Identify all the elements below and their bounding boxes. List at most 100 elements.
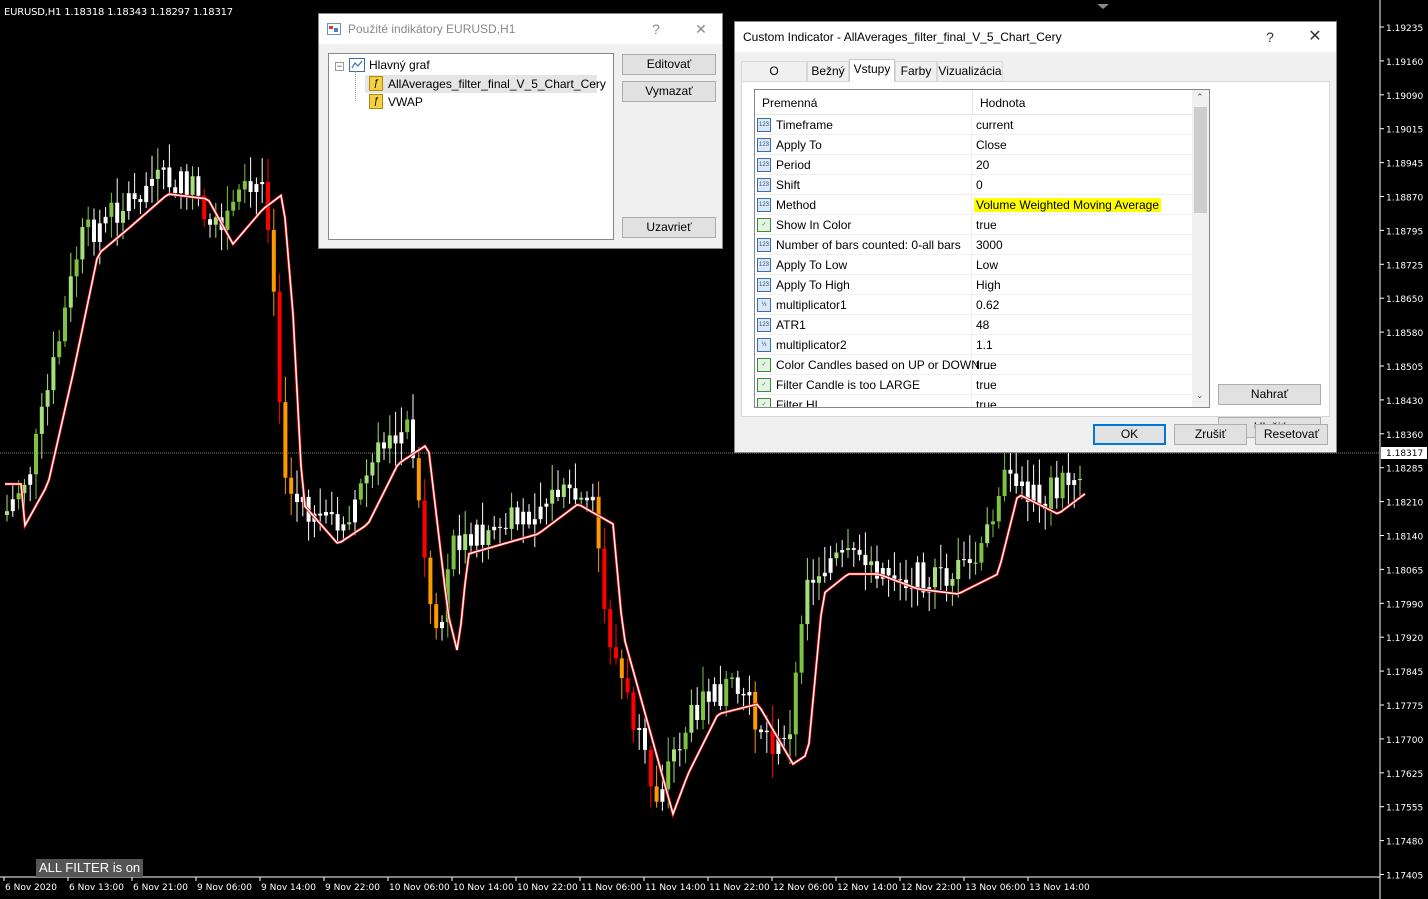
candle [817,557,821,600]
tree-root-label[interactable]: Hlavný graf [369,58,430,72]
input-name-cell: ✓ Show In Color [755,215,972,235]
price-label: 1.18870 [1386,194,1423,204]
time-label: 9 Nov 06:00 [197,883,252,893]
ok-button[interactable]: OK [1093,424,1166,445]
input-value[interactable]: 0 [976,178,983,192]
input-row[interactable]: 123 Method Volume Weighted Moving Average [755,195,1193,215]
candle-body [347,522,352,525]
custom-dialog-titlebar[interactable]: Custom Indicator - AllAverages_filter_fi… [735,22,1336,52]
candle-body [1020,481,1024,486]
cancel-button[interactable]: Zrušiť [1174,424,1247,445]
tab-about[interactable]: O programe [741,61,807,96]
candle-body [747,691,752,696]
input-value[interactable]: 1.1 [976,338,993,352]
tree-collapse-icon[interactable]: − [335,62,344,71]
input-value[interactable]: Volume Weighted Moving Average [974,198,1162,212]
candle-body [1066,472,1071,485]
candle-body [898,579,903,581]
scroll-up-icon[interactable]: ⌃ [1196,92,1204,103]
candle-body [538,506,543,520]
input-row[interactable]: 123 Timeframe current [755,115,1193,135]
candle [811,559,816,606]
input-value[interactable]: 0.62 [976,298,999,312]
input-row[interactable]: ✓ Color Candles based on UP or DOWN ... tr… [755,355,1193,375]
input-row[interactable]: 123 ATR1 48 [755,315,1193,335]
input-row[interactable]: ½ multiplicator2 1.1 [755,335,1193,355]
input-value[interactable]: 48 [976,318,989,332]
tab-inputs[interactable]: Vstupy [849,59,895,82]
candle-body [788,734,792,740]
input-name: Filter Candle is too LARGE [776,378,921,392]
input-value[interactable]: 20 [976,158,989,172]
edit-button[interactable]: Editovať [622,54,716,75]
tab-common[interactable]: Bežný [807,61,849,81]
input-name: multiplicator1 [776,298,847,312]
price-label: 1.19235 [1386,24,1423,34]
input-row[interactable]: ½ multiplicator1 0.62 [755,295,1193,315]
candle [938,544,943,590]
candle-body [184,171,189,195]
input-value[interactable]: true [976,378,997,392]
input-row[interactable]: 123 Apply To High High [755,275,1193,295]
candle [469,522,473,556]
indicators-tree[interactable]: − Hlavný graf ƒ AllAverages_filter_final… [328,53,614,240]
input-row[interactable]: 123 Period 20 [755,155,1193,175]
close-icon[interactable]: ✕ [686,18,716,40]
tree-item-vwap[interactable]: ƒ VWAP [365,93,597,111]
candle [34,428,38,499]
chart-shift-marker-icon[interactable] [1097,4,1109,9]
reset-button[interactable]: Resetovať [1255,424,1328,445]
load-button[interactable]: Nahrať [1218,384,1321,405]
candle [944,553,949,602]
input-value[interactable]: true [976,218,997,232]
candle [39,392,44,459]
candle-body [364,475,369,484]
candle [144,172,149,209]
close-icon[interactable]: ✕ [1300,26,1330,48]
help-button[interactable]: ? [1255,26,1285,48]
candle [672,736,676,783]
input-row[interactable]: ✓ Filter HL true [755,395,1193,407]
input-row[interactable]: 123 Shift 0 [755,175,1193,195]
candle [1002,447,1007,502]
custom-dialog-title: Custom Indicator - AllAverages_filter_fi… [743,30,1062,44]
indicators-dialog-titlebar[interactable]: Použité indikátory EURUSD,H1 ? ✕ [319,14,722,44]
candle [393,411,398,469]
column-header-name: Premenná [762,96,818,110]
input-row[interactable]: 123 Apply To Low Low [755,255,1193,275]
candle [353,490,357,536]
time-label: 13 Nov 14:00 [1029,883,1090,893]
grid-scrollbar[interactable]: ⌃ ⌄ [1192,90,1209,407]
input-row[interactable]: ✓ Filter Candle is too LARGE true [755,375,1193,395]
input-value[interactable]: true [976,358,997,372]
candle-body [996,496,1001,522]
input-value[interactable]: true [976,398,997,407]
input-row[interactable]: 123 Number of bars counted: 0-all bars 300… [755,235,1193,255]
input-value[interactable]: 3000 [976,238,1003,252]
tab-visualization[interactable]: Vizualizácia [937,61,1003,81]
input-name-cell: ✓ Filter Candle is too LARGE [755,375,972,395]
close-button[interactable]: Uzavrieť [622,217,716,238]
input-value[interactable]: current [976,118,1013,132]
candle-body [161,167,166,170]
delete-button[interactable]: Vymazať [622,81,716,102]
tab-colors[interactable]: Farby [895,61,937,81]
time-label: 11 Nov 22:00 [709,883,770,893]
input-value[interactable]: Low [976,258,998,272]
candle-body [863,554,868,566]
input-row[interactable]: ✓ Show In Color true [755,215,1193,235]
input-value[interactable]: High [976,278,1001,292]
input-value[interactable]: Close [976,138,1007,152]
candle-body [828,558,833,573]
help-button[interactable]: ? [641,18,671,40]
scroll-down-icon[interactable]: ⌄ [1196,390,1204,401]
scroll-thumb[interactable] [1194,107,1207,213]
inputs-grid[interactable]: Premenná Hodnota 123 Timeframe current 123 A… [754,89,1210,408]
time-label: 12 Nov 22:00 [901,883,962,893]
candle [840,539,845,568]
candle-body [1008,469,1013,474]
input-row[interactable]: 123 Apply To Close [755,135,1193,155]
candle [991,509,995,538]
tree-item-allaverages[interactable]: ƒ AllAverages_filter_final_V_5_Chart_Cer… [365,75,606,93]
candle [1037,459,1042,523]
